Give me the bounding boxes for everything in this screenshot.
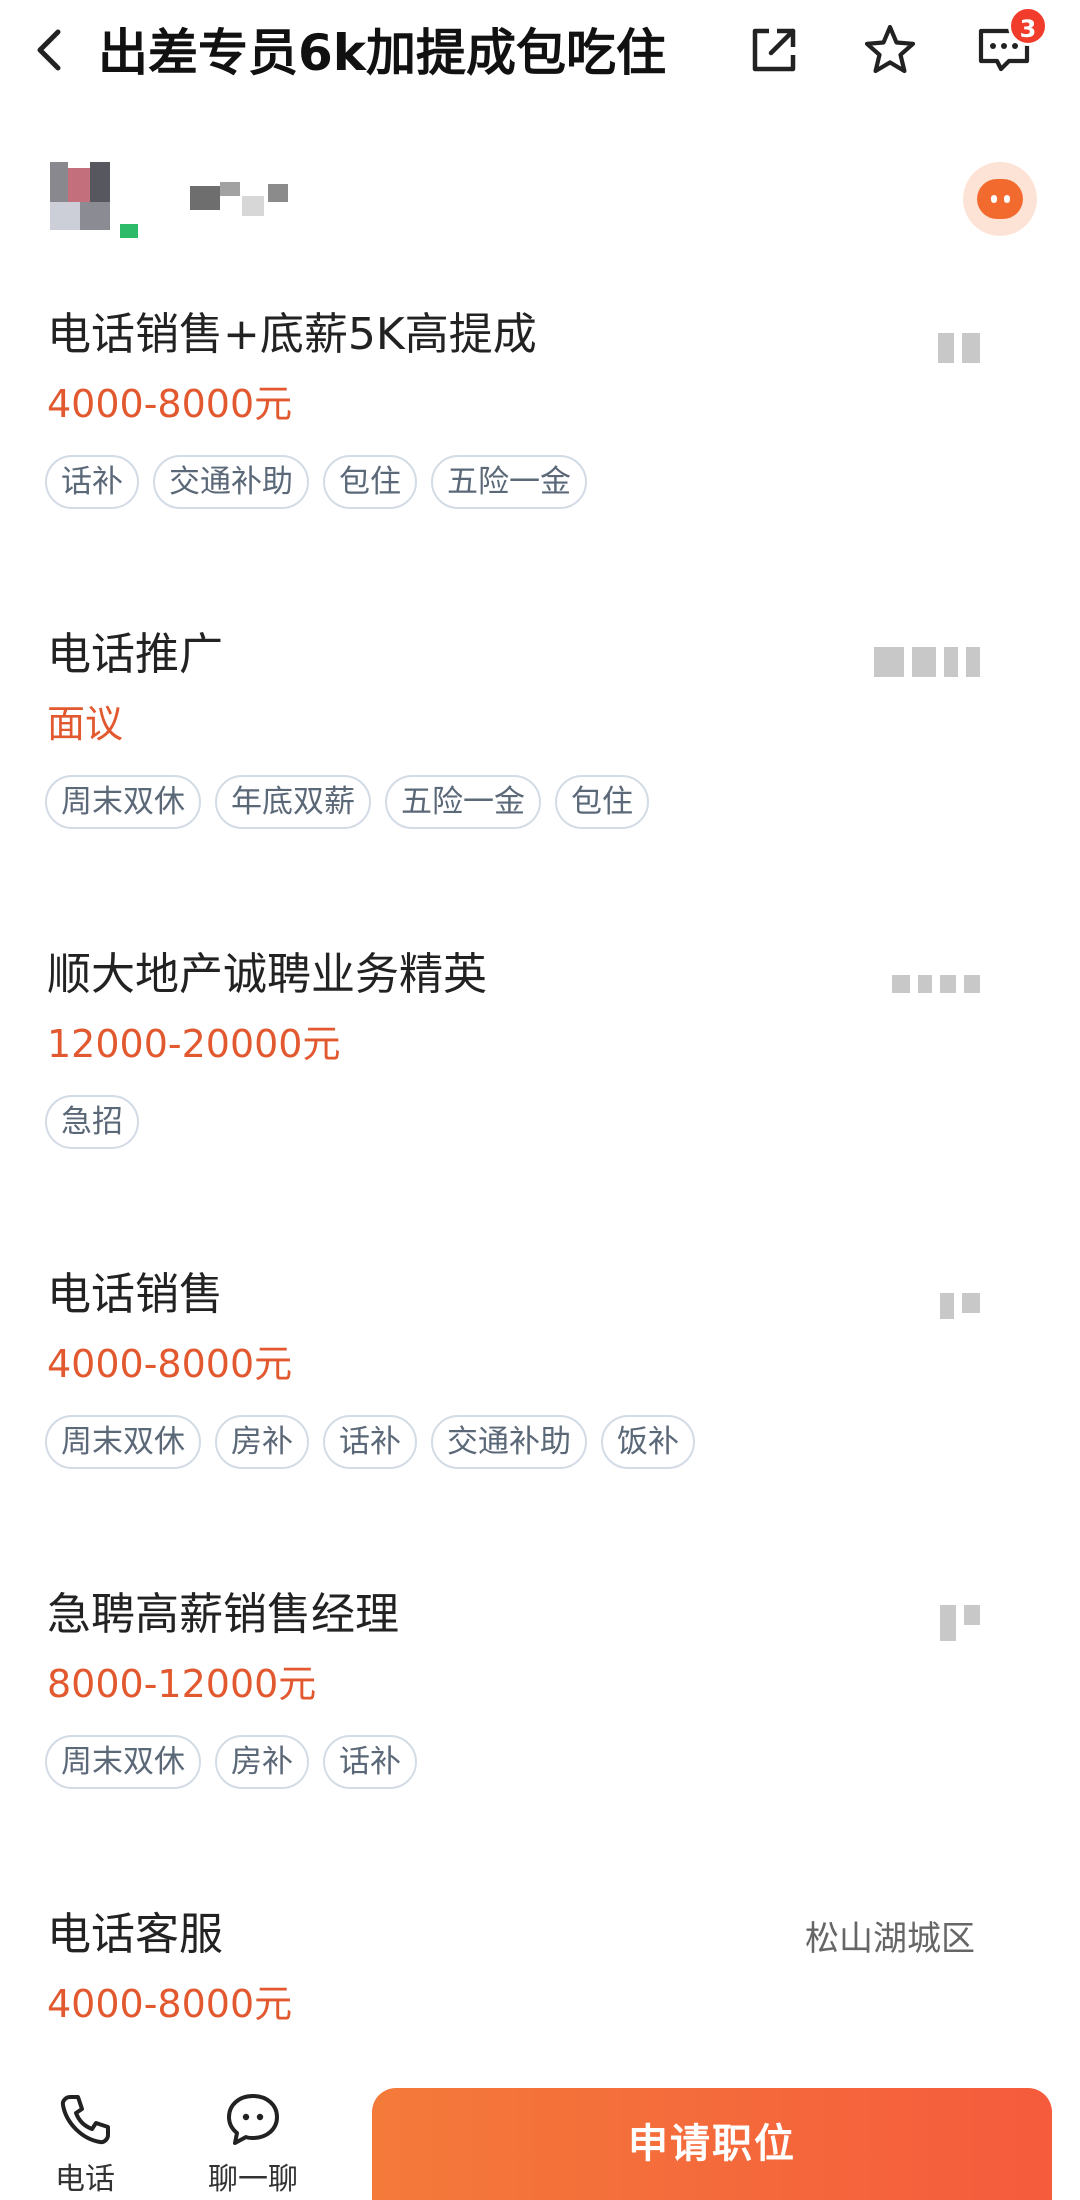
chat-bubble-icon — [977, 179, 1023, 219]
phone-icon — [53, 2088, 117, 2152]
job-title: 顺大地产诚聘业务精英 — [47, 949, 487, 1000]
job-salary: 4000-8000元 — [47, 1342, 293, 1386]
job-tags: 话补 交通补助 包住 五险一金 — [45, 455, 587, 509]
job-tags: 周末双休 房补 话补 — [45, 1735, 417, 1789]
page-title: 出差专员6k加提成包吃住 — [98, 24, 667, 82]
company-row — [0, 150, 1080, 240]
job-title: 电话客服 — [47, 1909, 223, 1960]
share-icon — [752, 28, 796, 72]
job-tag: 五险一金 — [385, 775, 541, 829]
top-nav-bar: 出差专员6k加提成包吃住 3 — [0, 0, 1080, 110]
job-location-blurred — [940, 1605, 980, 1641]
job-location-blurred — [892, 975, 980, 993]
job-tag: 周末双休 — [45, 1735, 201, 1789]
company-logo-blurred — [50, 162, 140, 238]
share-button[interactable] — [742, 18, 806, 82]
favorite-button[interactable] — [858, 18, 922, 82]
contact-chat-button[interactable] — [963, 162, 1037, 236]
chat-label: 聊一聊 — [208, 2162, 298, 2197]
job-tag: 话补 — [45, 455, 139, 509]
job-salary: 8000-12000元 — [47, 1662, 317, 1706]
job-item[interactable]: 电话销售+底薪5K高提成 4000-8000元 话补 交通补助 包住 五险一金 — [0, 305, 1080, 605]
job-title: 电话推广 — [47, 629, 223, 680]
chat-button[interactable]: 聊一聊 — [198, 2060, 308, 2200]
job-title: 急聘高薪销售经理 — [47, 1589, 399, 1640]
job-tag: 周末双休 — [45, 775, 201, 829]
job-tag: 话补 — [323, 1735, 417, 1789]
job-tag: 房补 — [215, 1415, 309, 1469]
job-item[interactable]: 急聘高薪销售经理 8000-12000元 周末双休 房补 话补 — [0, 1585, 1080, 1885]
job-salary: 12000-20000元 — [47, 1022, 341, 1066]
job-tag: 包住 — [323, 455, 417, 509]
job-tag: 交通补助 — [153, 455, 309, 509]
job-location-blurred — [940, 1293, 980, 1319]
job-item[interactable]: 顺大地产诚聘业务精英 12000-20000元 急招 — [0, 945, 1080, 1245]
chat-icon — [221, 2088, 285, 2152]
job-location: 松山湖城区 — [805, 1919, 975, 1959]
job-tags: 急招 — [45, 1095, 139, 1149]
job-salary: 4000-8000元 — [47, 1982, 293, 2026]
job-tag: 周末双休 — [45, 1415, 201, 1469]
job-tag: 包住 — [555, 775, 649, 829]
job-salary: 4000-8000元 — [47, 382, 293, 426]
phone-label: 电话 — [55, 2162, 115, 2197]
job-location-blurred — [874, 647, 980, 677]
star-icon — [864, 24, 916, 74]
job-item[interactable]: 电话推广 面议 周末双休 年底双薪 五险一金 包住 — [0, 625, 1080, 925]
job-location-blurred — [938, 333, 980, 363]
company-name-blurred — [190, 180, 300, 220]
job-tag: 急招 — [45, 1095, 139, 1149]
chevron-left-icon — [37, 29, 61, 71]
job-tag: 交通补助 — [431, 1415, 587, 1469]
job-tag: 饭补 — [601, 1415, 695, 1469]
phone-button[interactable]: 电话 — [30, 2060, 140, 2200]
job-tags: 周末双休 房补 话补 交通补助 饭补 — [45, 1415, 695, 1469]
apply-job-button[interactable]: 申请职位 — [372, 2088, 1052, 2200]
job-salary: 面议 — [47, 702, 124, 746]
bottom-action-bar: 电话 聊一聊 申请职位 — [0, 2060, 1080, 2200]
back-button[interactable] — [22, 22, 78, 78]
message-count-badge: 3 — [1008, 6, 1048, 46]
job-item[interactable]: 电话销售 4000-8000元 周末双休 房补 话补 交通补助 饭补 — [0, 1265, 1080, 1565]
job-tag: 话补 — [323, 1415, 417, 1469]
job-tag: 年底双薪 — [215, 775, 371, 829]
list-fade — [0, 2030, 1080, 2064]
job-tag: 房补 — [215, 1735, 309, 1789]
job-tag: 五险一金 — [431, 455, 587, 509]
job-tags: 周末双休 年底双薪 五险一金 包住 — [45, 775, 649, 829]
job-title: 电话销售 — [47, 1269, 223, 1320]
job-title: 电话销售+底薪5K高提成 — [47, 309, 537, 360]
